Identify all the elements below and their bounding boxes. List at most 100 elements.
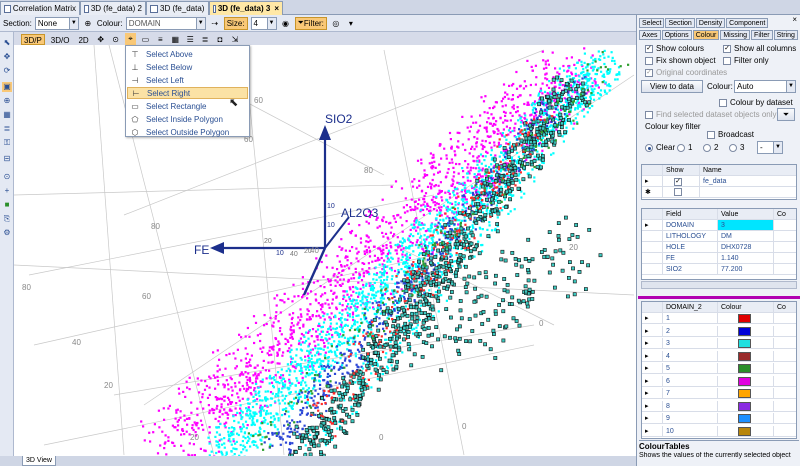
point-style-icon[interactable]: ◉ [280, 17, 292, 29]
rotate-icon[interactable]: ⟳ [2, 66, 12, 76]
view-3do-button[interactable]: 3D/O [48, 34, 73, 45]
select-mode-icon[interactable]: ⌖ [124, 33, 137, 45]
point-icon[interactable]: ■ [2, 200, 12, 210]
data-point [219, 409, 222, 412]
tab-3d-fe-data-2[interactable]: 3D (fe_data) 2 [80, 1, 146, 15]
data-point [481, 175, 484, 178]
menu-item-select-left[interactable]: ⊣ Select Left [127, 74, 248, 86]
pin-icon[interactable]: ⊙ [2, 172, 12, 182]
menu-item-select-above[interactable]: ⊤ Select Above [127, 48, 248, 60]
data-point [610, 51, 613, 54]
data-point [259, 347, 262, 350]
data-point [218, 368, 221, 371]
table-icon[interactable]: ▦ [169, 33, 181, 45]
data-point [442, 246, 445, 249]
data-point [341, 362, 344, 365]
data-point [483, 270, 488, 275]
data-point [591, 69, 594, 72]
layers-icon[interactable]: ≣ [2, 124, 12, 134]
data-point [250, 354, 253, 357]
data-point [334, 360, 337, 363]
measure-icon[interactable]: ⊟ [2, 154, 12, 164]
pointer-tool-icon[interactable]: ⇲ [229, 33, 241, 45]
arrow-right-icon[interactable]: ⇢ [209, 17, 221, 29]
data-point [209, 377, 212, 380]
data-point [476, 163, 479, 166]
tab-correlation-matrix[interactable]: Correlation Matrix [0, 1, 80, 15]
data-point [183, 433, 186, 436]
tab-3d-fe-data[interactable]: 3D (fe_data) [146, 1, 209, 15]
size-select[interactable]: 4 ▼ [250, 16, 277, 30]
data-point [380, 275, 383, 278]
fe-arrow [210, 242, 224, 254]
align-icon[interactable]: ≡ [154, 33, 166, 45]
menu-item-select-inside-polygon[interactable]: ⬠ Select Inside Polygon [127, 113, 248, 125]
data-point [323, 318, 326, 321]
data-point [506, 172, 509, 175]
settings-icon[interactable]: ⚙ [2, 228, 12, 238]
filter-button[interactable]: ⏷ Filter: [294, 16, 327, 30]
data-point [322, 348, 325, 351]
rows-icon[interactable]: ☰ [184, 33, 196, 45]
data-point [393, 289, 396, 292]
camera-icon[interactable]: ◘ [214, 33, 226, 45]
3d-viewport[interactable]: SIO2 AL2O3 FE 10 10 10 20 20 40 80 60 40… [14, 45, 636, 456]
broadcast-icon[interactable]: ◎ [330, 17, 342, 29]
export-icon[interactable]: ⎘ [2, 214, 12, 224]
more-chevron-icon[interactable]: ▾ [345, 17, 357, 29]
lock-icon[interactable]: ⚿ [2, 138, 12, 148]
data-point [259, 399, 262, 402]
colour-select[interactable]: DOMAIN ▼ [125, 16, 206, 30]
data-point [468, 339, 473, 344]
menu-item-select-outside-polygon[interactable]: ⬡ Select Outside Polygon [127, 126, 248, 138]
move-icon[interactable]: ✥ [2, 52, 12, 62]
data-point [549, 94, 552, 97]
data-point [354, 307, 357, 310]
section-select[interactable]: None ▼ [34, 16, 79, 30]
data-point [392, 301, 395, 304]
tab-3d-fe-data-3[interactable]: 3D (fe_data) 3 × [209, 1, 283, 15]
close-tab-icon[interactable]: × [274, 4, 279, 13]
data-point [319, 316, 322, 319]
data-point [546, 114, 549, 117]
data-point [396, 214, 399, 217]
zoom-icon[interactable]: ⊕ [2, 96, 12, 106]
zoom-icon[interactable]: ⊙ [110, 33, 122, 45]
grid-icon[interactable]: ▦ [2, 110, 12, 120]
add-icon[interactable]: + [2, 186, 12, 196]
data-point [387, 317, 390, 320]
data-point [373, 254, 376, 257]
data-point [461, 167, 464, 170]
data-point [285, 369, 288, 373]
data-point [486, 121, 489, 124]
data-point [380, 249, 383, 253]
data-point [385, 322, 389, 327]
data-point [340, 384, 345, 389]
select-tool-icon[interactable]: ▣ [2, 82, 12, 92]
view-3dp-button[interactable]: 3D/P [21, 33, 45, 45]
data-point [458, 230, 461, 233]
menu-item-select-below[interactable]: ⊥ Select Below [127, 61, 248, 73]
data-point [306, 398, 309, 401]
data-point [519, 264, 524, 269]
data-point [359, 237, 362, 240]
ruler-icon[interactable]: ▭ [139, 33, 151, 45]
data-point [202, 428, 205, 431]
pan-icon[interactable]: ✥ [95, 33, 107, 45]
view-2d-button[interactable]: 2D [75, 34, 91, 45]
data-point [422, 203, 425, 206]
target-icon[interactable]: ⊕ [82, 17, 94, 29]
pointer-icon[interactable]: ⬉ [2, 38, 12, 48]
data-point [524, 289, 528, 294]
data-point [398, 297, 403, 302]
data-point [257, 434, 260, 437]
list-icon[interactable]: ≣ [199, 33, 211, 45]
data-point [480, 162, 483, 165]
data-point [598, 253, 603, 258]
data-point [494, 181, 497, 184]
data-point [552, 95, 557, 100]
data-point [371, 285, 374, 288]
data-point [306, 318, 309, 321]
data-point [479, 205, 483, 208]
data-point [466, 166, 469, 169]
